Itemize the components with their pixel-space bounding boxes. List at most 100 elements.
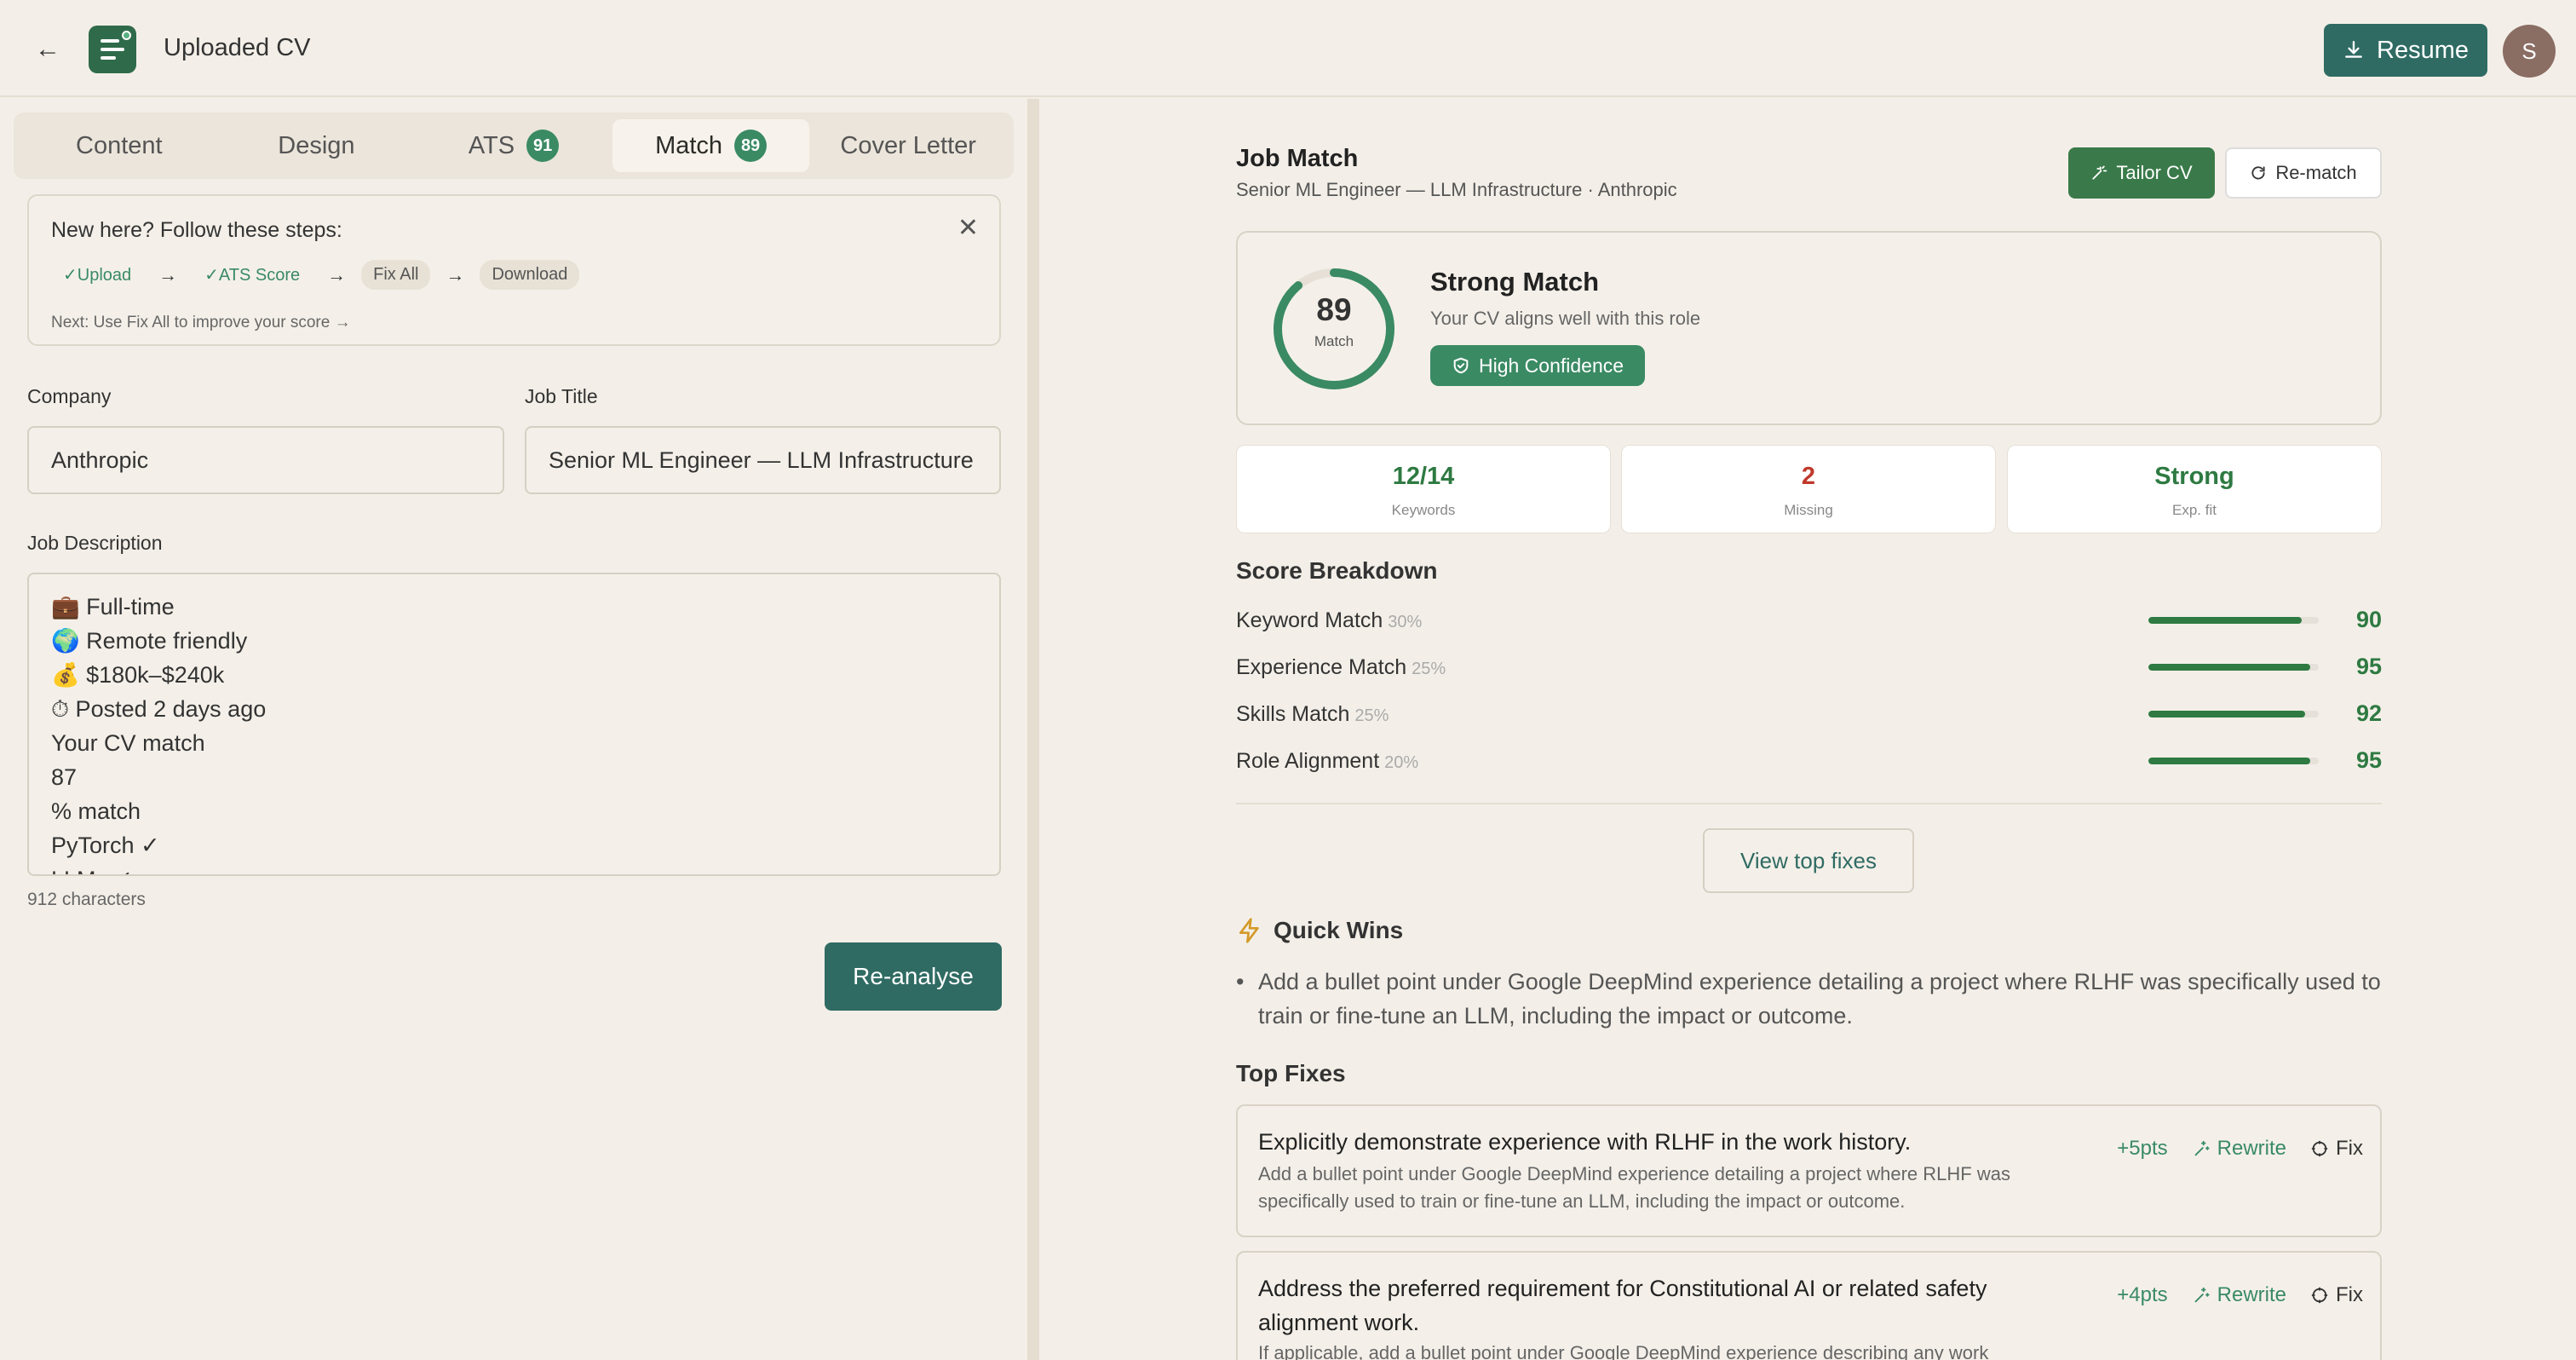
sparkles-icon bbox=[2194, 1287, 2210, 1303]
user-avatar[interactable]: S bbox=[2503, 25, 2556, 78]
arrow-right-icon: → bbox=[158, 263, 178, 285]
job-match-title: Job Match bbox=[1236, 145, 1359, 172]
tab-ats[interactable]: ATS 91 bbox=[415, 119, 612, 172]
breakdown-row-keyword: Keyword Match 30% 90 bbox=[1236, 605, 2382, 639]
match-score-value: 89 bbox=[1316, 292, 1352, 327]
desc-line: 🌍 Remote friendly bbox=[51, 628, 248, 654]
divider bbox=[1236, 803, 2382, 804]
page-title: Uploaded CV bbox=[164, 34, 311, 61]
breakdown-label: Experience Match bbox=[1236, 655, 1407, 679]
stat-missing: 2 Missing bbox=[1621, 445, 1996, 533]
tab-match[interactable]: Match 89 bbox=[612, 119, 810, 172]
rewrite-label: Rewrite bbox=[2217, 1137, 2286, 1160]
breakdown-name: Keyword Match 30% bbox=[1236, 608, 1422, 633]
breakdown-bar bbox=[2148, 664, 2319, 671]
fix-button[interactable]: Fix bbox=[2310, 1137, 2363, 1161]
breakdown-bar bbox=[2148, 758, 2319, 764]
fix-button[interactable]: Fix bbox=[2310, 1283, 2363, 1307]
tab-label: ATS bbox=[468, 131, 515, 159]
breakdown-label: Skills Match bbox=[1236, 702, 1350, 726]
match-score-badge: 89 bbox=[734, 130, 768, 162]
tab-content[interactable]: Content bbox=[20, 119, 218, 172]
view-top-fixes-button[interactable]: View top fixes bbox=[1703, 828, 1914, 893]
arrow-right-icon: → bbox=[327, 263, 347, 285]
panel-resize-handle[interactable] bbox=[1027, 99, 1039, 1360]
job-title-input[interactable]: Senior ML Engineer — LLM Infrastructure bbox=[525, 426, 1001, 494]
close-icon[interactable]: ✕ bbox=[957, 213, 979, 243]
tab-cover-letter[interactable]: Cover Letter bbox=[809, 119, 1007, 172]
fix-description: If applicable, add a bullet point under … bbox=[1258, 1342, 1989, 1360]
step-fix-all[interactable]: Fix All bbox=[361, 260, 431, 290]
fix-label: Fix bbox=[2336, 1283, 2363, 1306]
refresh-icon bbox=[2251, 166, 2265, 180]
fix-actions: +5pts Rewrite Fix bbox=[2117, 1137, 2363, 1161]
step-upload: ✓Upload bbox=[63, 266, 132, 285]
desc-line: 87 bbox=[51, 764, 78, 790]
desc-line: ⏱ Posted 2 days ago bbox=[51, 696, 267, 722]
character-count: 912 characters bbox=[27, 890, 146, 909]
fix-title: Address the preferred requirement for Co… bbox=[1258, 1276, 1987, 1335]
breakdown-bar-fill bbox=[2148, 664, 2310, 671]
match-panel: Job Match Senior ML Engineer — LLM Infra… bbox=[1039, 99, 2576, 1360]
breakdown-weight: 25% bbox=[1354, 706, 1389, 725]
confidence-label: High Confidence bbox=[1478, 354, 1624, 377]
match-verdict-sub: Your CV aligns well with this role bbox=[1430, 308, 1701, 329]
breakdown-row-skills: Skills Match 25% 92 bbox=[1236, 699, 2382, 733]
arrow-right-icon: → bbox=[446, 263, 465, 285]
tailor-cv-label: Tailor CV bbox=[2116, 162, 2193, 183]
rewrite-button[interactable]: Rewrite bbox=[2192, 1283, 2286, 1307]
fix-title: Explicitly demonstrate experience with R… bbox=[1258, 1129, 1912, 1155]
match-verdict: Strong Match bbox=[1430, 267, 1600, 297]
breakdown-value: 95 bbox=[2355, 747, 2382, 773]
fix-card: Explicitly demonstrate experience with R… bbox=[1236, 1104, 2382, 1237]
steps-next-hint: Next: Use Fix All to improve your score … bbox=[51, 314, 351, 331]
rewrite-button[interactable]: Rewrite bbox=[2192, 1137, 2286, 1161]
steps-row: ✓Upload → ✓ATS Score → Fix All → Downloa… bbox=[51, 259, 580, 291]
stat-experience-fit: Strong Exp. fit bbox=[2007, 445, 2382, 533]
steps-title: New here? Follow these steps: bbox=[51, 218, 342, 242]
score-breakdown-title: Score Breakdown bbox=[1236, 557, 1438, 584]
tailor-cv-button[interactable]: Tailor CV bbox=[2068, 147, 2215, 199]
breakdown-bar bbox=[2148, 617, 2319, 624]
tab-label: Content bbox=[76, 131, 163, 159]
shield-check-icon bbox=[1453, 357, 1469, 374]
onboarding-steps: New here? Follow these steps: ✕ ✓Upload … bbox=[27, 194, 1001, 346]
tab-label: Cover Letter bbox=[840, 131, 976, 159]
job-description-textarea[interactable]: 💼 Full-time 🌍 Remote friendly 💰 $180k–$2… bbox=[27, 573, 1001, 876]
breakdown-bar-fill bbox=[2148, 617, 2302, 624]
quick-win-item: Add a bullet point under Google DeepMind… bbox=[1236, 965, 2382, 1033]
resume-button-label: Resume bbox=[2377, 36, 2469, 64]
reanalyse-button[interactable]: Re-analyse bbox=[825, 942, 1002, 1011]
stat-value: 2 bbox=[1801, 463, 1816, 490]
fix-card: Address the preferred requirement for Co… bbox=[1236, 1251, 2382, 1360]
stat-label: Keywords bbox=[1391, 502, 1456, 518]
app-logo-icon bbox=[89, 26, 136, 73]
download-resume-button[interactable]: Resume bbox=[2324, 24, 2487, 77]
back-arrow-icon[interactable]: ← bbox=[31, 34, 65, 65]
stat-label: Exp. fit bbox=[2172, 502, 2217, 518]
fix-label: Fix bbox=[2336, 1137, 2363, 1160]
stat-value: Strong bbox=[2154, 463, 2234, 490]
job-match-subtitle: Senior ML Engineer — LLM Infrastructure … bbox=[1236, 179, 1677, 200]
desc-line: PyTorch ✓ bbox=[51, 833, 160, 858]
breakdown-name: Skills Match 25% bbox=[1236, 702, 1389, 727]
tab-design[interactable]: Design bbox=[218, 119, 416, 172]
breakdown-row-experience: Experience Match 25% 95 bbox=[1236, 652, 2382, 686]
breakdown-label: Role Alignment bbox=[1236, 749, 1380, 773]
breakdown-value: 92 bbox=[2355, 700, 2382, 726]
breakdown-weight: 20% bbox=[1384, 753, 1419, 772]
company-label: Company bbox=[27, 385, 112, 407]
confidence-badge: High Confidence bbox=[1430, 345, 1645, 386]
target-icon bbox=[2311, 1287, 2328, 1304]
company-input[interactable]: Anthropic bbox=[27, 426, 504, 494]
breakdown-bar-fill bbox=[2148, 711, 2305, 717]
sparkles-icon bbox=[2194, 1140, 2210, 1156]
quick-wins-label: Quick Wins bbox=[1274, 917, 1404, 943]
rematch-button[interactable]: Re-match bbox=[2225, 147, 2382, 199]
app-header: ← Uploaded CV Resume S bbox=[0, 0, 2576, 97]
breakdown-label: Keyword Match bbox=[1236, 608, 1383, 632]
match-score-ring bbox=[1274, 268, 1394, 389]
ats-score-badge: 91 bbox=[526, 130, 560, 162]
tab-bar: Content Design ATS 91 Match 89 Cover Lette… bbox=[14, 112, 1014, 179]
step-download[interactable]: Download bbox=[480, 260, 580, 290]
